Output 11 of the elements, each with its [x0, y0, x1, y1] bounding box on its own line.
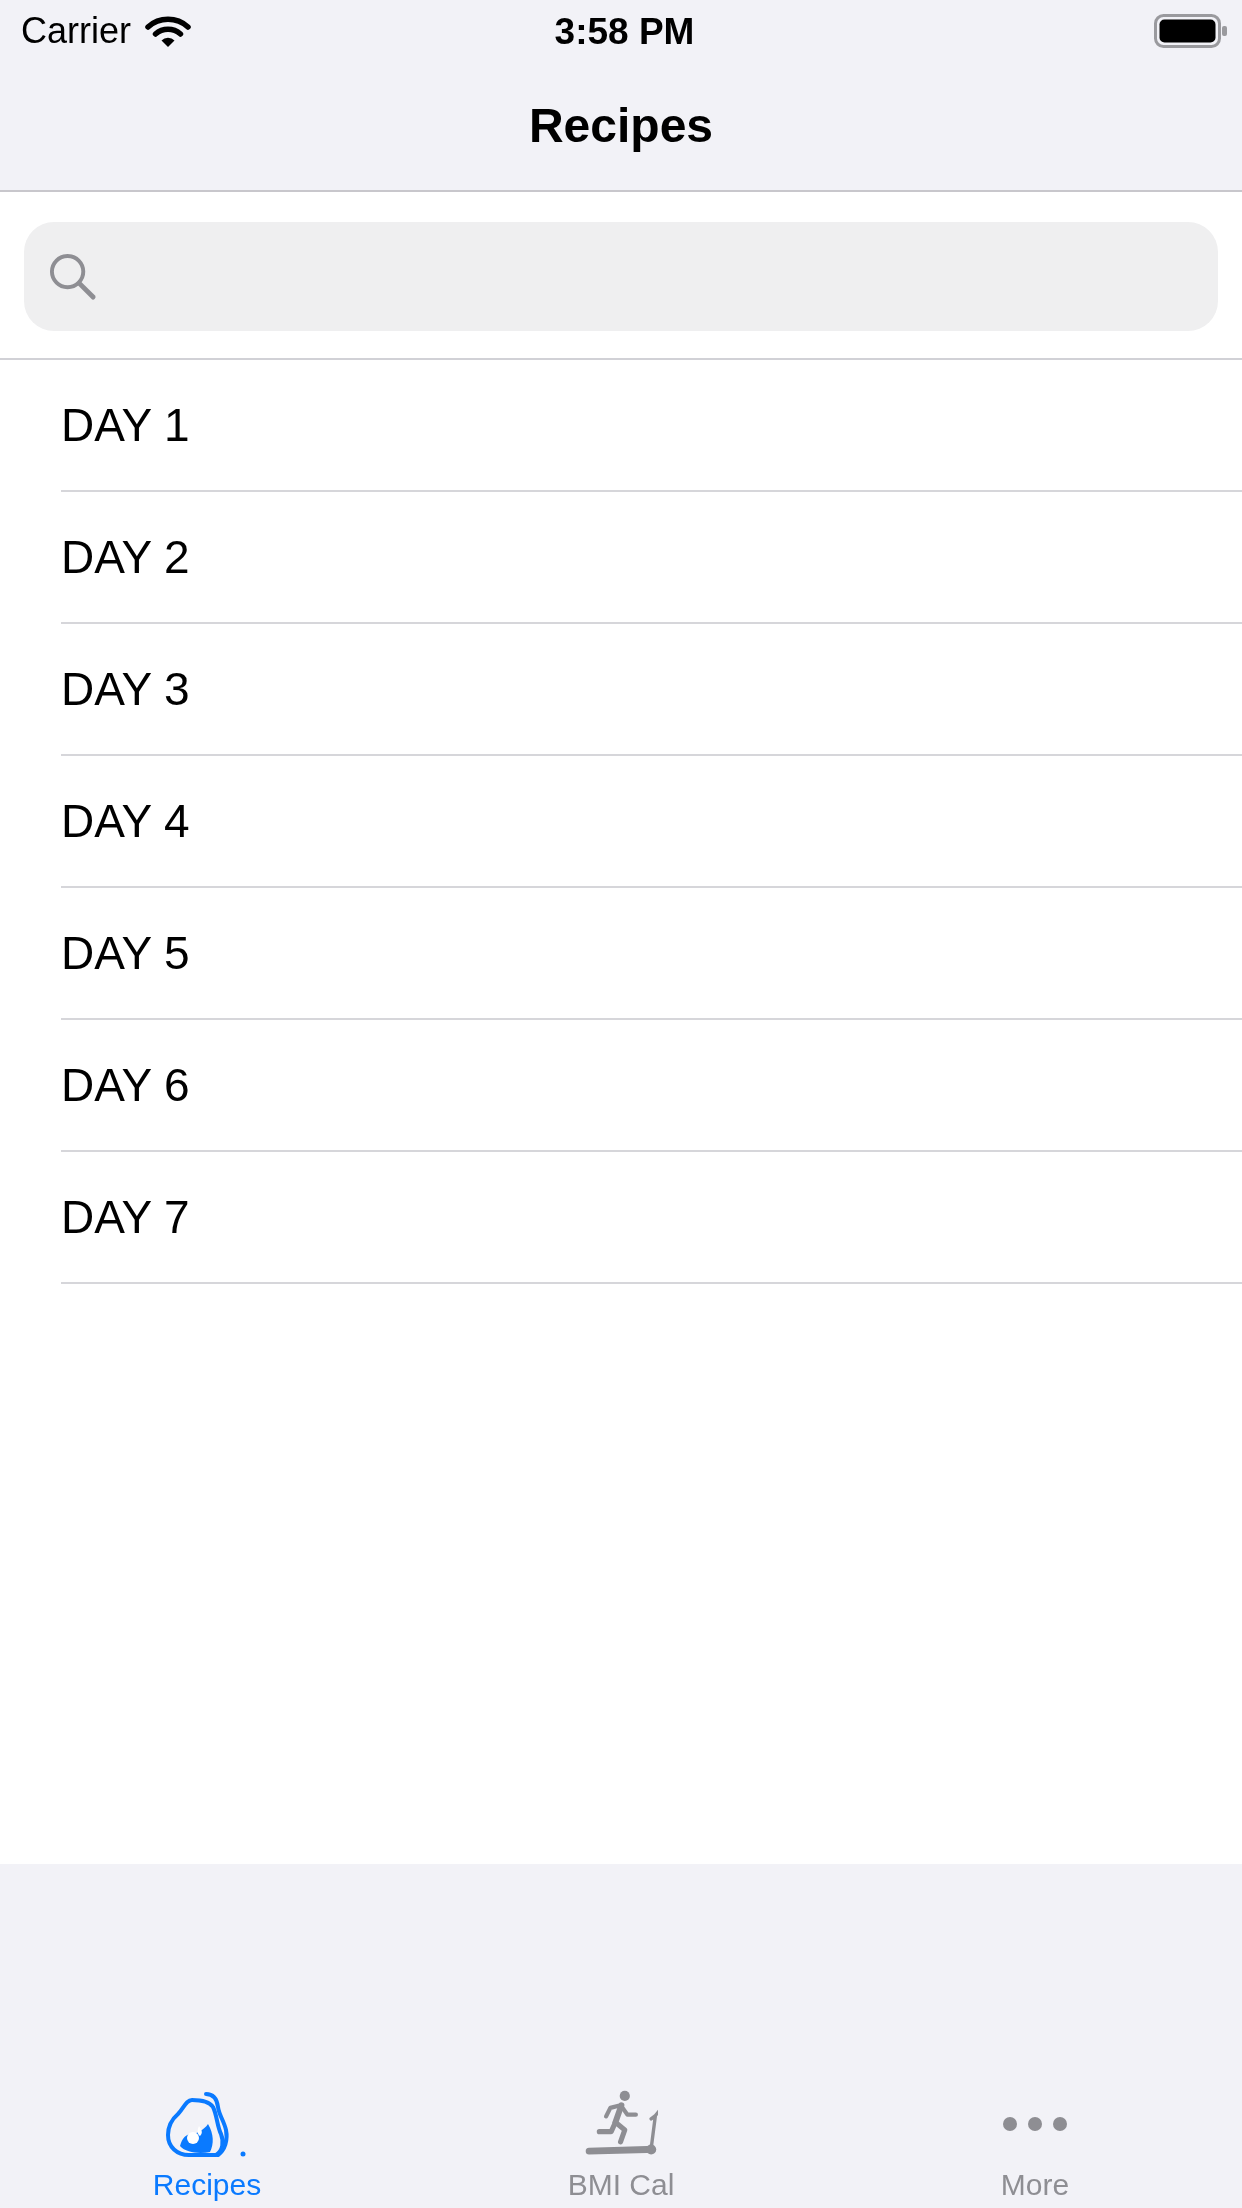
treadmill-icon	[583, 2090, 659, 2158]
carrier-name: Carrier	[21, 13, 131, 49]
avocado-icon	[166, 2090, 248, 2158]
battery-icon	[1154, 14, 1228, 48]
more-icon	[1002, 2116, 1068, 2132]
search-icon	[48, 252, 97, 301]
clock-time: 3:58 PM	[554, 12, 695, 50]
search-field[interactable]	[24, 222, 1218, 331]
wifi-icon	[145, 14, 191, 48]
page-title: Recipes	[528, 98, 714, 155]
tab[interactable]: Recipes	[0, 2090, 414, 2208]
